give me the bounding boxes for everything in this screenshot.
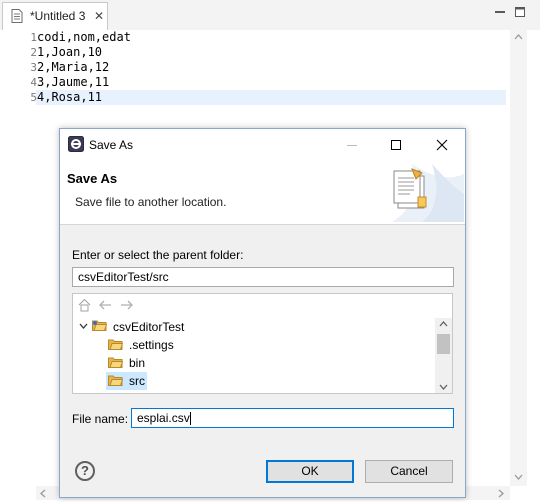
editor-vertical-scrollbar[interactable] bbox=[510, 30, 527, 486]
folder-tree[interactable]: csvEditorTest .settings bin src bbox=[72, 293, 453, 394]
dialog-banner: Save As Save file to another location. bbox=[60, 160, 465, 225]
tree-scrollbar[interactable] bbox=[435, 318, 452, 393]
tab-close-icon[interactable]: ✕ bbox=[94, 9, 104, 23]
line-text: 1,Joan,10 bbox=[37, 45, 103, 59]
tree-item-src[interactable]: src bbox=[75, 372, 435, 390]
file-name-value: esplai.csv bbox=[137, 411, 190, 425]
file-name-label: File name: bbox=[72, 412, 129, 426]
editor-lines: 1 codi,nom,edat 2 1,Joan,10 3 2,Maria,12… bbox=[0, 30, 510, 110]
text-file-icon bbox=[11, 9, 23, 23]
line-number: 3 bbox=[30, 61, 37, 74]
tree-item-label: src bbox=[129, 374, 145, 388]
line-number: 2 bbox=[30, 46, 37, 59]
maximize-icon[interactable] bbox=[514, 6, 526, 18]
line-number: 1 bbox=[30, 31, 37, 44]
maximize-icon[interactable] bbox=[390, 139, 402, 151]
tree-item-bin[interactable]: bin bbox=[75, 354, 435, 372]
forward-arrow-icon[interactable] bbox=[120, 300, 134, 310]
file-name-input[interactable]: esplai.csv bbox=[131, 408, 454, 428]
line-text: codi,nom,edat bbox=[37, 30, 131, 44]
tree-item-settings[interactable]: .settings bbox=[75, 336, 435, 354]
tree-item-csveditortest[interactable]: csvEditorTest bbox=[75, 318, 435, 336]
ok-button[interactable]: OK bbox=[266, 460, 354, 483]
line-number: 4 bbox=[30, 76, 37, 89]
dialog-titlebar[interactable]: Save As bbox=[60, 129, 465, 160]
tab-untitled-3[interactable]: *Untitled 3 ✕ bbox=[2, 2, 108, 30]
line-text: 2,Maria,12 bbox=[37, 60, 110, 74]
banner-title: Save As bbox=[67, 171, 118, 186]
back-arrow-icon[interactable] bbox=[98, 300, 112, 310]
text-caret bbox=[189, 412, 191, 426]
minimize-icon[interactable] bbox=[494, 6, 506, 18]
tab-label: *Untitled 3 bbox=[30, 9, 86, 23]
scroll-thumb[interactable] bbox=[437, 334, 450, 354]
save-as-dialog: Save As Save As Save file to another loc… bbox=[59, 128, 466, 498]
scroll-up-icon[interactable] bbox=[439, 321, 448, 327]
editor-tab-strip: *Untitled 3 ✕ bbox=[0, 0, 540, 31]
scroll-down-icon[interactable] bbox=[439, 384, 448, 390]
folder-label: Enter or select the parent folder: bbox=[72, 248, 244, 262]
eclipse-icon bbox=[68, 136, 84, 152]
tree-item-label: csvEditorTest bbox=[113, 320, 185, 334]
banner-description: Save file to another location. bbox=[75, 195, 227, 209]
minimize-icon bbox=[347, 145, 357, 146]
help-icon[interactable]: ? bbox=[75, 461, 95, 481]
folder-icon bbox=[108, 339, 123, 350]
cancel-button[interactable]: Cancel bbox=[365, 460, 453, 483]
folder-icon bbox=[108, 375, 123, 386]
scroll-right-icon[interactable] bbox=[498, 489, 504, 498]
folder-icon bbox=[108, 357, 123, 368]
close-icon[interactable] bbox=[436, 139, 448, 151]
line-text: 4,Rosa,11 bbox=[37, 90, 103, 104]
parent-folder-input[interactable]: csvEditorTest/src bbox=[72, 267, 454, 287]
scroll-down-icon[interactable] bbox=[514, 474, 523, 480]
home-icon[interactable] bbox=[78, 298, 91, 312]
tree-item-label: .settings bbox=[129, 338, 174, 352]
tree-item-label: bin bbox=[129, 356, 146, 370]
project-folder-icon bbox=[92, 320, 107, 331]
dialog-title: Save As bbox=[89, 138, 134, 152]
line-number: 5 bbox=[30, 91, 37, 104]
save-document-icon bbox=[393, 168, 427, 209]
line-text: 3,Jaume,11 bbox=[37, 75, 110, 89]
scroll-up-icon[interactable] bbox=[514, 34, 523, 40]
chevron-down-icon[interactable] bbox=[79, 323, 88, 329]
scroll-left-icon[interactable] bbox=[40, 489, 46, 498]
